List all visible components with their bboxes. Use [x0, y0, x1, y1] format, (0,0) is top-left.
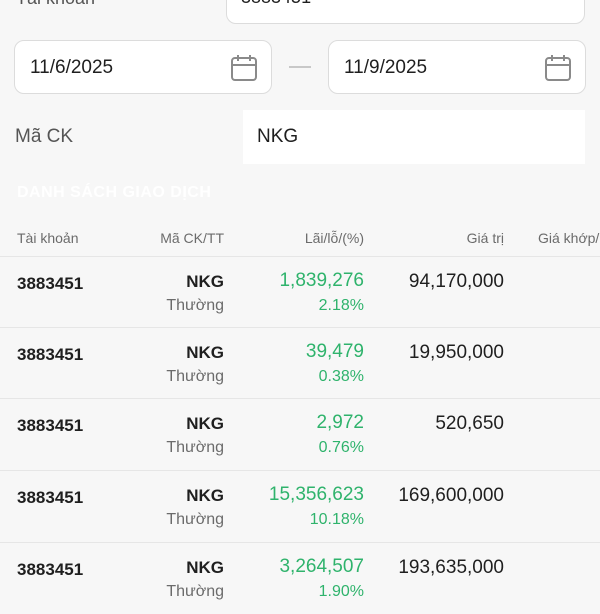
date-to-field[interactable]: 11/9/2025 [328, 40, 586, 94]
header-symbol: Mã CK/TT [160, 230, 224, 246]
row-profit-percent: 0.76% [318, 439, 364, 456]
account-label: Tài khoản [16, 0, 95, 9]
row-profit: 39,479 [305, 341, 364, 362]
symbol-label: Mã CK [15, 126, 74, 147]
row-value: 94,170,000 [408, 271, 504, 292]
row-value: 193,635,000 [398, 557, 504, 578]
account-select[interactable]: 3883451 [226, 0, 585, 24]
row-profit: 2,972 [316, 412, 364, 433]
date-from-field[interactable]: 11/6/2025 [14, 40, 272, 94]
row-account: 3883451 [17, 345, 84, 364]
calendar-icon[interactable] [544, 54, 572, 82]
row-symbol: NKG [186, 558, 224, 577]
row-symbol: NKG [186, 272, 224, 291]
row-profit-percent: 1.90% [318, 583, 364, 600]
row-profit: 3,264,507 [279, 556, 364, 577]
table-row[interactable]: 3883451 NKG Thường 3,264,507 1.90% 193,6… [0, 542, 600, 614]
header-account: Tài khoản [17, 230, 79, 246]
date-from-value: 11/6/2025 [30, 57, 114, 78]
row-value: 19,950,000 [408, 342, 504, 363]
account-select-value: 3883451 [241, 0, 311, 8]
symbol-input[interactable] [243, 110, 585, 164]
table-row[interactable]: 3883451 NKG Thường 2,972 0.76% 520,650 [0, 398, 600, 470]
row-account: 3883451 [17, 274, 84, 293]
row-account: 3883451 [17, 416, 84, 435]
header-match-price: Giá khớp/ [538, 230, 600, 246]
row-profit-percent: 2.18% [318, 297, 364, 314]
table-row[interactable]: 3883451 NKG Thường 15,356,623 10.18% 169… [0, 470, 600, 542]
table-row[interactable]: 3883451 NKG Thường 39,479 0.38% 19,950,0… [0, 327, 600, 399]
row-profit-percent: 0.38% [318, 368, 364, 385]
date-range-separator [289, 66, 311, 68]
date-to-value: 11/9/2025 [344, 57, 428, 78]
section-title: DANH SÁCH GIAO DỊCH [17, 184, 212, 201]
row-order-type: Thường [166, 583, 224, 600]
row-profit-percent: 10.18% [309, 511, 364, 528]
calendar-icon[interactable] [230, 54, 258, 82]
row-symbol: NKG [186, 343, 224, 362]
row-profit: 15,356,623 [268, 484, 364, 505]
row-account: 3883451 [17, 560, 84, 579]
row-order-type: Thường [166, 439, 224, 456]
row-order-type: Thường [166, 511, 224, 528]
row-order-type: Thường [166, 297, 224, 314]
row-value: 169,600,000 [398, 485, 504, 506]
header-value: Giá trị [466, 230, 504, 246]
row-account: 3883451 [17, 488, 84, 507]
row-order-type: Thường [166, 368, 224, 385]
row-symbol: NKG [186, 486, 224, 505]
row-value: 520,650 [435, 413, 504, 434]
table-row[interactable]: 3883451 NKG Thường 1,839,276 2.18% 94,17… [0, 256, 600, 328]
row-profit: 1,839,276 [279, 270, 364, 291]
header-pl: Lãi/lỗ/(%) [304, 230, 364, 246]
row-symbol: NKG [186, 414, 224, 433]
